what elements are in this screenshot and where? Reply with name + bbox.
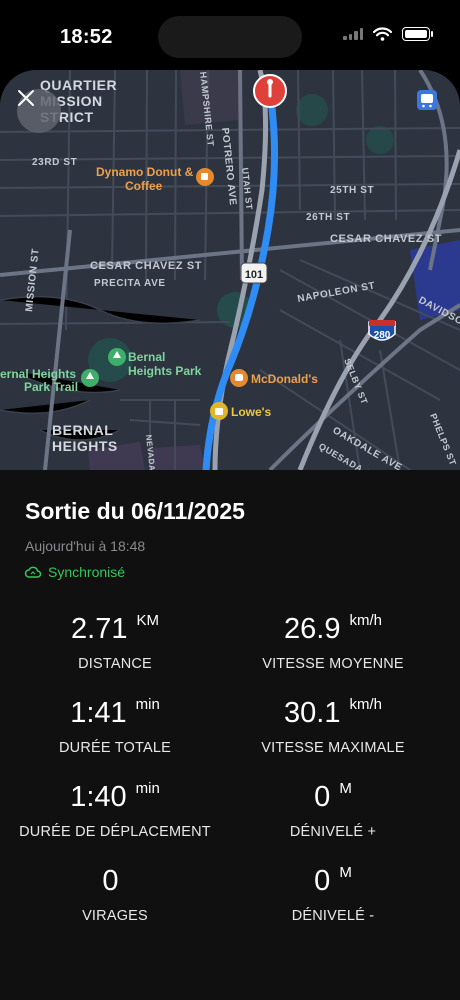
- stat-label: VIRAGES: [82, 908, 148, 924]
- poi-trail-label-2: Park Trail: [24, 380, 78, 394]
- route-map[interactable]: 101 280 23RD ST 25TH ST 26TH ST CESAR CH…: [0, 70, 460, 470]
- stat-label: DÉNIVELÉ -: [291, 908, 375, 924]
- poi-trail-label-1: ernal Heights: [0, 367, 76, 381]
- label-cesar-chavez-west: CESAR CHAVEZ ST: [90, 260, 202, 272]
- label-bernal: BERNAL: [52, 422, 113, 438]
- status-icons: [343, 27, 433, 41]
- highway-280-label: 280: [374, 330, 391, 341]
- poi-dynamo-label-2: Coffee: [125, 179, 163, 193]
- stat-value: 26.9: [284, 613, 341, 645]
- label-25th-st: 25TH ST: [330, 185, 374, 196]
- sync-status: Synchronisé: [24, 564, 125, 580]
- stat-moving-duration: 1:40 min DURÉE DE DÉPLACEMENT: [0, 778, 230, 840]
- stat-value: 2.71: [71, 613, 128, 645]
- stat-label: DISTANCE: [78, 656, 152, 672]
- poi-lowes: Lowe's: [210, 402, 272, 420]
- stat-label: VITESSE MAXIMALE: [261, 740, 405, 756]
- stat-unit: km/h: [349, 696, 382, 713]
- label-nevada: NEVADA: [144, 434, 157, 470]
- stat-value: 0: [314, 865, 331, 897]
- status-time: 18:52: [60, 26, 113, 48]
- cloud-sync-icon: [24, 566, 42, 578]
- stat-average-speed: 26.9 km/h VITESSE MOYENNE: [218, 610, 448, 672]
- ride-timestamp: Aujourd'hui à 18:48: [25, 538, 146, 554]
- status-bar: 18:52: [0, 0, 460, 70]
- map-canvas[interactable]: 101 280 23RD ST 25TH ST 26TH ST CESAR CH…: [0, 70, 460, 470]
- poi-bernal-park-label-2: Heights Park: [128, 364, 202, 378]
- label-26th-st: 26TH ST: [306, 212, 350, 223]
- label-precita-ave: PRECITA AVE: [94, 278, 166, 289]
- transit-station-icon: [417, 90, 437, 110]
- label-23rd-st: 23RD ST: [32, 157, 77, 168]
- stat-label: DURÉE DE DÉPLACEMENT: [19, 824, 211, 840]
- stat-value: 0: [314, 781, 331, 813]
- highway-280-shield: 280: [368, 320, 396, 341]
- ride-title: Sortie du 06/11/2025: [25, 498, 245, 524]
- map-park-area: [366, 126, 394, 154]
- stat-unit: KM: [136, 612, 159, 629]
- stat-total-duration: 1:41 min DURÉE TOTALE: [0, 694, 230, 756]
- ride-detail-sheet: 101 280 23RD ST 25TH ST 26TH ST CESAR CH…: [0, 70, 460, 1000]
- close-button[interactable]: [17, 89, 61, 133]
- stat-value: 1:40: [70, 781, 127, 813]
- label-potrero-ave: POTRERO AVE: [219, 127, 238, 206]
- poi-mcd-label: McDonald's: [251, 372, 318, 386]
- stat-label: VITESSE MOYENNE: [262, 656, 404, 672]
- highway-101-label: 101: [245, 269, 263, 281]
- stat-unit: min: [135, 780, 160, 797]
- map-area: [150, 445, 205, 470]
- stat-unit: km/h: [349, 612, 382, 629]
- stat-turns: 0 VIRAGES: [0, 862, 230, 924]
- poi-bernal-park-label-1: Bernal: [128, 350, 165, 364]
- map-park-area: [296, 94, 328, 126]
- stat-label: DURÉE TOTALE: [59, 740, 171, 756]
- stat-label: DÉNIVELÉ +: [289, 824, 377, 840]
- cellular-signal-icon: [343, 28, 363, 40]
- poi-dynamo-label-1: Dynamo Donut &: [96, 165, 194, 179]
- label-cesar-chavez-east: CESAR CHAVEZ ST: [330, 233, 442, 245]
- poi-lowes-label: Lowe's: [231, 405, 272, 419]
- stat-elevation-gain: 0M DÉNIVELÉ +: [218, 778, 448, 840]
- stat-unit: M: [339, 780, 352, 797]
- sync-status-label: Synchronisé: [48, 564, 126, 580]
- close-icon: [18, 90, 34, 106]
- stat-max-speed: 30.1 km/h VITESSE MAXIMALE: [218, 694, 448, 756]
- route-start-pin: [253, 74, 287, 108]
- label-district-1: QUARTIER: [40, 77, 117, 93]
- highway-101-shield: 101: [240, 262, 268, 284]
- dynamic-island: [158, 16, 302, 58]
- stat-elevation-loss: 0M DÉNIVELÉ -: [218, 862, 448, 924]
- stat-value: 1:41: [70, 697, 127, 729]
- poi-mcdonalds: McDonald's: [230, 369, 318, 387]
- stat-value: 30.1: [284, 697, 341, 729]
- battery-icon: [402, 27, 433, 41]
- wifi-icon: [373, 27, 392, 41]
- stat-unit: min: [135, 696, 160, 713]
- stat-distance: 2.71 KM DISTANCE: [0, 610, 230, 672]
- label-phelps-st: PHELPS ST: [428, 412, 458, 467]
- label-heights: HEIGHTS: [52, 438, 118, 454]
- stat-value: 0: [102, 865, 119, 897]
- stat-unit: M: [339, 864, 352, 881]
